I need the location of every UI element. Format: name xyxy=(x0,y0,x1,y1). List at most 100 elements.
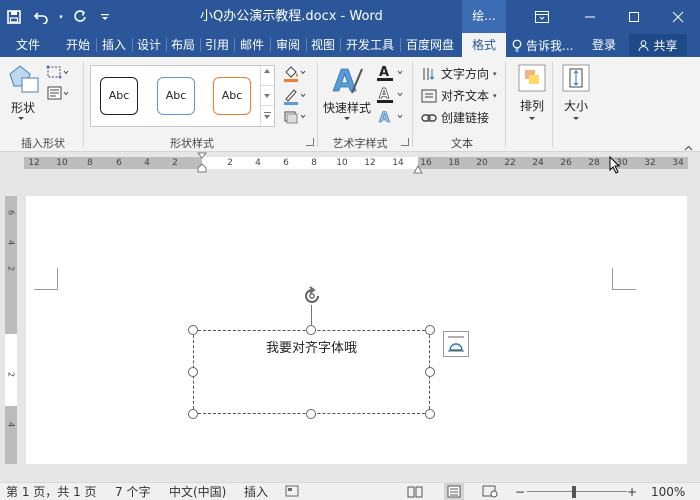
customize-qat-icon[interactable] xyxy=(94,0,116,33)
align-text-icon xyxy=(421,89,437,102)
zoom-level[interactable]: 100% xyxy=(651,483,685,500)
zoom-slider-track[interactable] xyxy=(527,491,627,492)
shape-effects-icon[interactable] xyxy=(282,109,308,128)
resize-handle-left[interactable] xyxy=(188,367,198,377)
shape-style-sample[interactable]: Abc xyxy=(213,77,251,115)
right-indent-marker[interactable] xyxy=(413,163,423,177)
resize-handle-top-left[interactable] xyxy=(188,325,198,335)
tell-me-search[interactable]: 告诉我... xyxy=(512,33,573,57)
tab-insert[interactable]: 插入 xyxy=(98,33,130,57)
ruler-number: 12 xyxy=(364,158,376,168)
size-dropdown-icon[interactable] xyxy=(573,117,579,120)
gallery-scroll-down-icon[interactable] xyxy=(261,86,274,106)
tab-format[interactable]: 格式 xyxy=(462,33,506,57)
text-direction-icon xyxy=(423,67,435,80)
resize-handle-top[interactable] xyxy=(306,325,316,335)
zoom-in-button[interactable]: + xyxy=(627,483,637,500)
gallery-more-icon[interactable] xyxy=(261,106,274,126)
group-separator xyxy=(317,62,318,147)
redo-icon[interactable] xyxy=(66,0,94,33)
gallery-scroll-up-icon[interactable] xyxy=(261,66,274,86)
shape-fill-icon[interactable] xyxy=(282,64,308,85)
quick-styles-dropdown-icon[interactable] xyxy=(344,117,350,120)
link-icon xyxy=(421,113,437,122)
shape-style-sample[interactable]: Abc xyxy=(157,77,195,115)
macro-record-icon[interactable] xyxy=(285,485,299,500)
shape-outline-icon[interactable] xyxy=(282,87,308,108)
insert-mode[interactable]: 插入 xyxy=(244,483,268,500)
wordart-launcher-icon[interactable] xyxy=(401,138,409,146)
group-separator xyxy=(412,62,413,147)
size-label: 大小 xyxy=(564,99,589,113)
text-direction-button[interactable]: 文字方向 ▾ xyxy=(421,65,497,82)
tab-separator xyxy=(96,38,97,52)
tab-home[interactable]: 开始 xyxy=(62,33,94,57)
drawing-tools-context-title: 绘... xyxy=(462,0,506,33)
tab-developer[interactable]: 开发工具 xyxy=(342,33,398,57)
read-mode-icon[interactable] xyxy=(407,485,423,500)
first-line-indent-marker[interactable] xyxy=(196,152,208,177)
text-effects-icon[interactable]: A xyxy=(376,108,406,129)
page-count[interactable]: 第 1 页，共 1 页 xyxy=(6,483,97,500)
minimize-icon[interactable] xyxy=(566,0,614,33)
align-text-button[interactable]: 对齐文本 ▾ xyxy=(421,87,497,104)
arrange-dropdown-icon[interactable] xyxy=(529,117,535,120)
resize-handle-bottom-right[interactable] xyxy=(425,409,435,419)
rotate-handle-icon[interactable] xyxy=(301,285,323,310)
zoom-slider-thumb[interactable] xyxy=(572,486,576,498)
layout-options-icon[interactable] xyxy=(443,331,469,357)
print-layout-icon[interactable] xyxy=(444,483,464,500)
shape-style-sample[interactable]: Abc xyxy=(100,77,138,115)
share-button[interactable]: 共享 xyxy=(629,34,687,56)
ruler-number: 28 xyxy=(588,158,600,168)
sign-in-link[interactable]: 登录 xyxy=(592,33,616,57)
vruler-number: 2 xyxy=(6,265,16,272)
save-icon[interactable] xyxy=(0,0,28,33)
tab-design[interactable]: 设计 xyxy=(134,33,164,57)
zoom-out-button[interactable]: − xyxy=(515,483,525,500)
resize-handle-top-right[interactable] xyxy=(425,325,435,335)
tab-view[interactable]: 视图 xyxy=(308,33,338,57)
arrange-icon[interactable] xyxy=(518,64,546,95)
tab-separator xyxy=(400,38,401,52)
undo-dropdown-icon[interactable]: ▾ xyxy=(56,0,66,33)
text-outline-icon[interactable]: A xyxy=(376,86,406,107)
rotate-handle-stem xyxy=(311,305,312,325)
tab-separator xyxy=(132,38,133,52)
ruler-number: 12 xyxy=(28,158,40,168)
ruler-number: 24 xyxy=(532,158,544,168)
text-box-icon[interactable] xyxy=(46,85,70,104)
horizontal-ruler[interactable]: 12 10 8 6 4 2 2 4 6 8 10 12 14 16 18 20 … xyxy=(0,152,700,174)
shapes-dropdown-icon[interactable] xyxy=(18,117,24,120)
tab-review[interactable]: 审阅 xyxy=(272,33,304,57)
undo-icon[interactable] xyxy=(28,0,56,33)
resize-handle-bottom-left[interactable] xyxy=(188,409,198,419)
shape-styles-launcher-icon[interactable] xyxy=(306,138,314,146)
edit-shape-icon[interactable] xyxy=(46,64,70,83)
word-count[interactable]: 7 个字 xyxy=(115,483,150,500)
size-icon[interactable] xyxy=(562,64,590,95)
tab-mailings[interactable]: 邮件 xyxy=(236,33,268,57)
text-box-content[interactable]: 我要对齐字体哦 xyxy=(193,337,430,356)
person-icon xyxy=(638,39,649,51)
maximize-icon[interactable] xyxy=(610,0,658,33)
resize-handle-right[interactable] xyxy=(425,367,435,377)
close-icon[interactable] xyxy=(654,0,700,33)
tab-file[interactable]: 文件 xyxy=(6,33,50,57)
text-fill-icon[interactable]: A xyxy=(376,64,406,85)
web-layout-icon[interactable] xyxy=(482,485,498,500)
wordart-quick-styles-icon[interactable]: A xyxy=(330,63,364,100)
vruler-number: 4 xyxy=(6,239,16,246)
tab-baidu-netdisk[interactable]: 百度网盘 xyxy=(402,33,458,57)
gallery-scroll[interactable] xyxy=(260,66,274,126)
ruler-number: 6 xyxy=(116,158,122,168)
ribbon-display-options-icon[interactable] xyxy=(518,0,566,33)
ruler-number: 10 xyxy=(336,158,348,168)
tab-references[interactable]: 引用 xyxy=(202,33,232,57)
resize-handle-bottom[interactable] xyxy=(306,409,316,419)
tab-separator xyxy=(270,38,271,52)
create-link-button[interactable]: 创建链接 xyxy=(421,109,489,126)
tab-layout[interactable]: 布局 xyxy=(168,33,198,57)
shapes-gallery-icon[interactable] xyxy=(8,64,42,99)
language-indicator[interactable]: 中文(中国) xyxy=(169,483,226,500)
